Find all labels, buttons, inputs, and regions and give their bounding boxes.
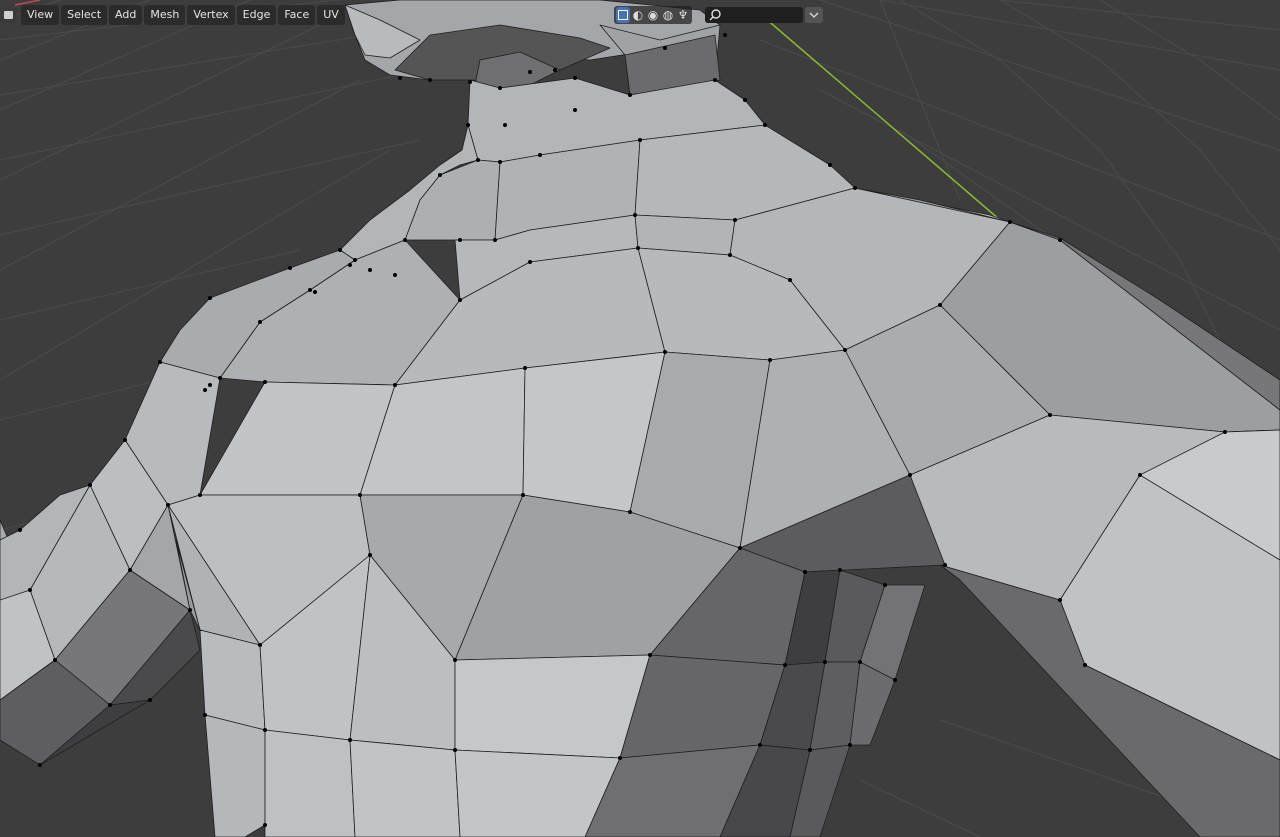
chevron-down-icon: [809, 12, 819, 18]
viewport-canvas[interactable]: [0, 0, 1280, 837]
brush-icon: ♆: [677, 8, 689, 22]
solid-icon: [618, 10, 628, 20]
editor-type-button[interactable]: [0, 7, 16, 23]
menu-face[interactable]: Face: [278, 5, 316, 25]
material-preview-button[interactable]: ◐: [631, 7, 645, 23]
menu-edge[interactable]: Edge: [236, 5, 277, 25]
3d-viewport-icon: [3, 11, 13, 19]
shading-mode-toggles: ◐ ◉ ◍ ♆: [614, 6, 692, 24]
3d-viewport[interactable]: [0, 0, 1280, 837]
wireframe-icon: ◍: [662, 8, 674, 22]
shading-options-button[interactable]: ♆: [676, 7, 690, 23]
rendered-icon: ◉: [647, 8, 659, 22]
menu-uv[interactable]: UV: [317, 5, 345, 25]
search-field[interactable]: [705, 7, 803, 23]
wireframe-button[interactable]: ◍: [661, 7, 675, 23]
search-options-dropdown[interactable]: [805, 7, 823, 23]
rendered-button[interactable]: ◉: [646, 7, 660, 23]
material-preview-icon: ◐: [632, 8, 644, 22]
menu-select[interactable]: Select: [61, 5, 108, 25]
viewport-header: View Select Add Mesh Vertex Edge Face UV…: [0, 0, 1280, 30]
menu-add[interactable]: Add: [109, 5, 143, 25]
menu-vertex[interactable]: Vertex: [187, 5, 235, 25]
header-menu: View Select Add Mesh Vertex Edge Face UV: [21, 5, 345, 25]
solid-shading-button[interactable]: [616, 7, 630, 23]
menu-mesh[interactable]: Mesh: [144, 5, 186, 25]
mesh[interactable]: [0, 0, 1280, 837]
search-icon: [709, 9, 721, 21]
menu-view[interactable]: View: [21, 5, 60, 25]
